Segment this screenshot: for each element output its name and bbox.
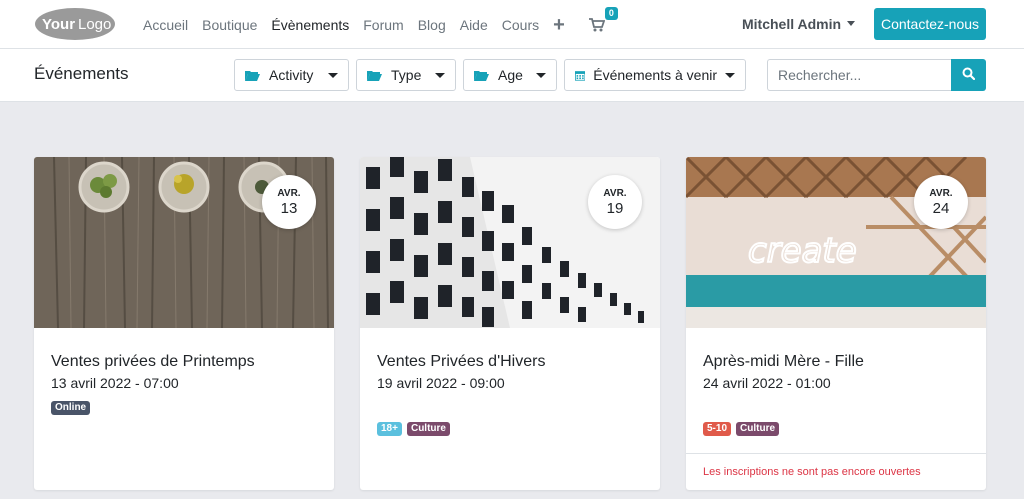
registration-status: Les inscriptions ne sont pas encore ouve… bbox=[686, 453, 986, 490]
event-datetime: 24 avril 2022 - 01:00 bbox=[703, 375, 831, 391]
search-input[interactable] bbox=[767, 59, 951, 91]
search-box bbox=[767, 59, 986, 91]
nav-cours[interactable]: Cours bbox=[502, 17, 539, 33]
folder-open-icon bbox=[367, 70, 382, 81]
tag-age-5-10: 5-10 bbox=[703, 422, 732, 436]
add-menu-icon[interactable]: + bbox=[553, 15, 565, 35]
folder-open-icon bbox=[474, 70, 489, 81]
age-filter-dropdown[interactable]: Age bbox=[463, 59, 557, 91]
event-month: AVR. bbox=[929, 188, 953, 199]
nav-blog[interactable]: Blog bbox=[418, 17, 446, 33]
event-card[interactable]: AVR. 19 Ventes Privées d'Hivers 19 avril… bbox=[360, 157, 660, 490]
nav-aide[interactable]: Aide bbox=[460, 17, 488, 33]
contact-button[interactable]: Contactez-nous bbox=[874, 8, 986, 40]
search-button[interactable] bbox=[951, 59, 986, 91]
event-title[interactable]: Ventes Privées d'Hivers bbox=[377, 353, 545, 371]
event-date-badge: AVR. 24 bbox=[914, 175, 968, 229]
tag-culture: Culture bbox=[736, 422, 780, 436]
user-name: Mitchell Admin bbox=[742, 16, 842, 32]
nav-boutique[interactable]: Boutique bbox=[202, 17, 257, 33]
activity-filter-dropdown[interactable]: Activity bbox=[234, 59, 349, 91]
tag-online: Online bbox=[51, 401, 91, 415]
calendar-icon bbox=[575, 70, 586, 81]
caret-down-icon bbox=[536, 72, 546, 78]
cart-count-badge: 0 bbox=[604, 6, 618, 20]
type-filter-dropdown[interactable]: Type bbox=[356, 59, 456, 91]
event-tags: 5-10 Culture bbox=[703, 422, 780, 436]
event-datetime: 13 avril 2022 - 07:00 bbox=[51, 375, 179, 391]
event-date-badge: AVR. 19 bbox=[588, 175, 642, 229]
activity-filter-label: Activity bbox=[269, 67, 314, 83]
top-navbar: Your Logo Accueil Boutique Évènements Fo… bbox=[0, 0, 1024, 49]
event-card[interactable]: AVR. 13 Ventes privées de Printemps 13 a… bbox=[34, 157, 334, 490]
type-filter-label: Type bbox=[391, 67, 422, 83]
company-logo[interactable]: Your Logo bbox=[34, 7, 116, 41]
tag-age-18-plus: 18+ bbox=[377, 422, 402, 436]
event-day: 24 bbox=[932, 200, 950, 217]
nav-evenements[interactable]: Évènements bbox=[271, 17, 349, 33]
event-month: AVR. bbox=[277, 188, 301, 199]
event-month: AVR. bbox=[603, 188, 627, 199]
tag-culture: Culture bbox=[406, 422, 450, 436]
search-icon bbox=[962, 67, 976, 81]
event-tags: Online bbox=[51, 401, 91, 415]
nav-accueil[interactable]: Accueil bbox=[143, 17, 188, 33]
svg-text:Logo: Logo bbox=[78, 16, 111, 33]
event-title[interactable]: Après-midi Mère - Fille bbox=[703, 353, 864, 371]
age-filter-label: Age bbox=[498, 67, 523, 83]
filter-bar: Événements Activity Type Age Événements … bbox=[0, 49, 1024, 102]
nav-forum[interactable]: Forum bbox=[363, 17, 403, 33]
caret-down-icon bbox=[847, 20, 856, 26]
event-date-badge: AVR. 13 bbox=[262, 175, 316, 229]
svg-text:create: create bbox=[748, 231, 857, 271]
svg-text:Your: Your bbox=[42, 16, 75, 33]
event-tags: 18+ Culture bbox=[377, 422, 450, 436]
caret-down-icon bbox=[725, 72, 735, 78]
date-filter-label: Événements à venir bbox=[593, 67, 717, 83]
date-filter-dropdown[interactable]: Événements à venir bbox=[564, 59, 746, 91]
event-datetime: 19 avril 2022 - 09:00 bbox=[377, 375, 505, 391]
caret-down-icon bbox=[435, 72, 445, 78]
event-card[interactable]: create AVR. 24 Après-midi Mère - Fille 2… bbox=[686, 157, 986, 490]
event-title[interactable]: Ventes privées de Printemps bbox=[51, 353, 255, 371]
folder-open-icon bbox=[245, 70, 260, 81]
caret-down-icon bbox=[328, 72, 338, 78]
cart-icon bbox=[588, 17, 605, 31]
event-day: 13 bbox=[280, 200, 298, 217]
event-day: 19 bbox=[606, 200, 624, 217]
user-menu[interactable]: Mitchell Admin bbox=[742, 16, 856, 32]
page-title: Événements bbox=[34, 64, 129, 83]
main-nav: Accueil Boutique Évènements Forum Blog A… bbox=[143, 0, 619, 49]
cart-button[interactable]: 0 bbox=[588, 6, 619, 35]
